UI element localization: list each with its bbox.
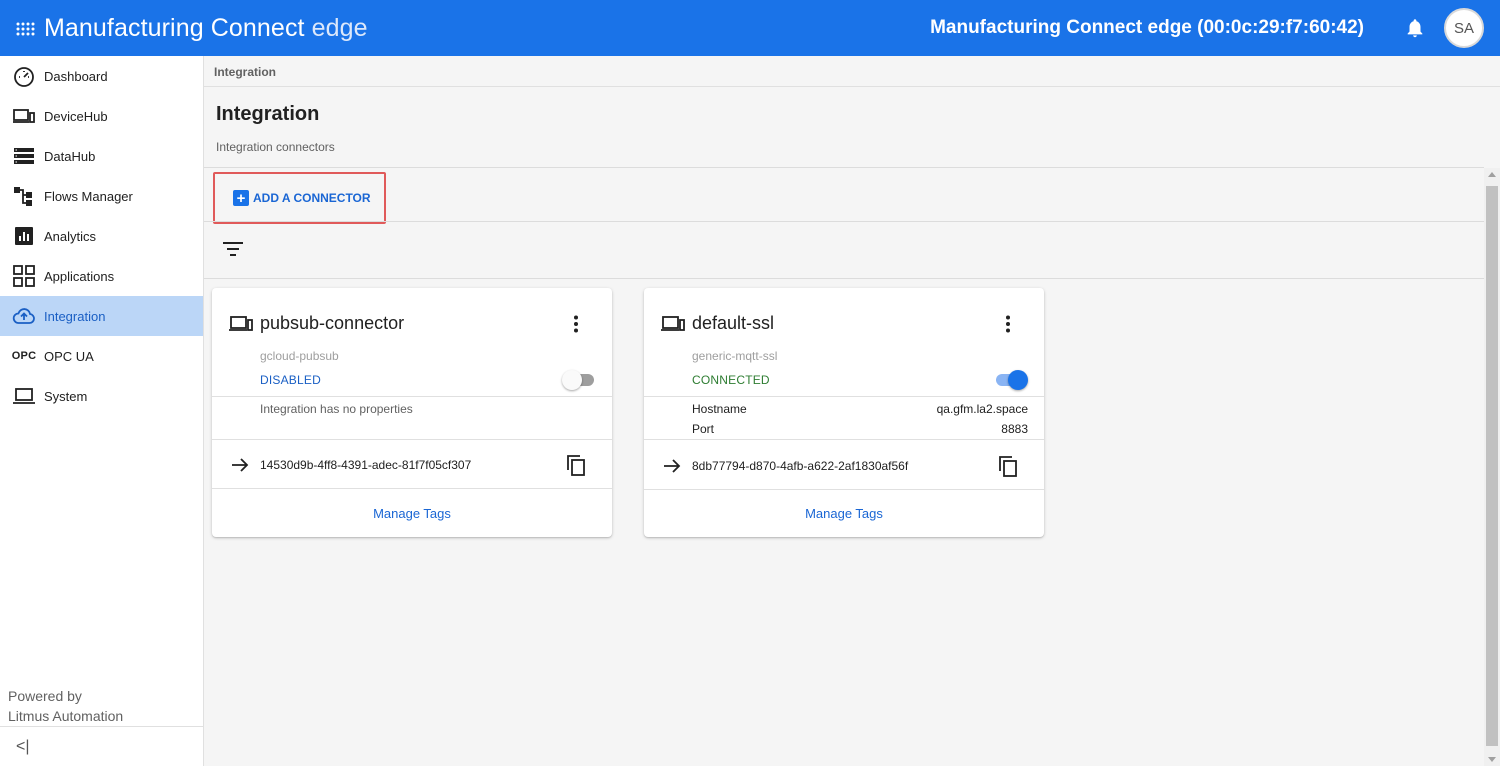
sidebar-item-flows-manager[interactable]: Flows Manager — [0, 176, 203, 216]
toggle-knob — [562, 370, 582, 390]
property-value: 8883 — [1001, 422, 1028, 436]
bell-icon[interactable] — [1404, 17, 1426, 39]
sidebar-item-label: Dashboard — [44, 68, 108, 84]
vertical-scrollbar[interactable] — [1484, 168, 1500, 766]
gauge-icon — [12, 64, 36, 88]
collapse-sidebar-button[interactable]: <| — [0, 726, 203, 766]
copy-icon[interactable] — [996, 454, 1020, 478]
connector-card: pubsub-connector gcloud-pubsub DISABLED … — [212, 288, 612, 537]
divider — [204, 167, 1484, 168]
connector-enable-toggle[interactable] — [562, 370, 596, 390]
opc-icon-text: OPC — [11, 350, 37, 362]
user-avatar[interactable]: SA — [1444, 8, 1484, 48]
plus-icon: + — [233, 190, 249, 206]
divider — [644, 439, 1044, 440]
flow-icon — [12, 184, 36, 208]
powered-by: Powered by Litmus Automation — [8, 686, 123, 726]
scroll-up-arrow[interactable] — [1488, 172, 1496, 177]
copy-icon[interactable] — [564, 453, 588, 477]
page-subtitle: Integration connectors — [216, 140, 335, 154]
connector-status: DISABLED — [260, 373, 321, 387]
devices-icon — [12, 104, 36, 128]
devices-icon — [660, 313, 686, 335]
divider — [204, 221, 1484, 222]
connector-id: 14530d9b-4ff8-4391-adec-81f7f05cf307 — [260, 458, 472, 472]
sidebar-item-devicehub[interactable]: DeviceHub — [0, 96, 203, 136]
more-vert-icon[interactable] — [996, 312, 1020, 336]
grid-icon — [12, 264, 36, 288]
property-row-hostname: Hostname qa.gfm.la2.space — [692, 402, 1028, 416]
sidebar-item-label: Applications — [44, 268, 115, 284]
cloud-upload-icon — [12, 304, 36, 328]
top-app-bar: Manufacturing Connect edge Manufacturing… — [0, 0, 1500, 56]
sidebar: Dashboard DeviceHub DataHub Flows Manage… — [0, 56, 204, 766]
opc-icon: OPC — [12, 344, 36, 368]
device-title: Manufacturing Connect edge (00:0c:29:f7:… — [930, 17, 1364, 38]
storage-icon — [12, 144, 36, 168]
analytics-icon — [12, 224, 36, 248]
filter-icon[interactable] — [222, 240, 244, 258]
connector-name: default-ssl — [692, 313, 775, 333]
connector-type: gcloud-pubsub — [260, 349, 339, 363]
sidebar-item-label: Analytics — [44, 228, 97, 244]
sidebar-item-label: DataHub — [44, 148, 96, 164]
app-name-suffix: edge — [304, 13, 368, 42]
more-vert-icon[interactable] — [564, 312, 588, 336]
connector-card: default-ssl generic-mqtt-ssl CONNECTED H… — [644, 288, 1044, 537]
laptop-icon — [12, 384, 36, 408]
connector-type: generic-mqtt-ssl — [692, 349, 778, 363]
page-title: Integration — [216, 103, 320, 125]
collapse-icon: <| — [16, 737, 30, 755]
sidebar-item-analytics[interactable]: Analytics — [0, 216, 203, 256]
divider — [212, 439, 612, 440]
property-key: Port — [692, 422, 715, 436]
sidebar-item-label: Flows Manager — [44, 188, 133, 204]
sidebar-item-label: System — [44, 388, 88, 404]
sidebar-item-dashboard[interactable]: Dashboard — [0, 56, 203, 96]
app-name: Manufacturing Connect — [44, 13, 305, 42]
scroll-thumb[interactable] — [1486, 186, 1498, 746]
sidebar-item-applications[interactable]: Applications — [0, 256, 203, 296]
divider — [204, 86, 1500, 87]
divider — [204, 278, 1484, 279]
scroll-down-arrow[interactable] — [1488, 757, 1496, 762]
connector-enable-toggle[interactable] — [994, 370, 1028, 390]
arrow-right-icon — [230, 455, 250, 475]
divider — [644, 396, 1044, 397]
sidebar-item-integration[interactable]: Integration — [0, 296, 203, 336]
divider — [212, 396, 612, 397]
app-brand[interactable]: Manufacturing Connect edge — [44, 14, 368, 43]
property-value: qa.gfm.la2.space — [936, 402, 1028, 416]
divider — [644, 489, 1044, 490]
connector-id: 8db77794-d870-4afb-a622-2af1830af56f — [692, 459, 909, 473]
property-row-port: Port 8883 — [692, 422, 1028, 436]
sidebar-item-system[interactable]: System — [0, 376, 203, 416]
manage-tags-button[interactable]: Manage Tags — [212, 506, 612, 521]
arrow-right-icon — [662, 456, 682, 476]
breadcrumb[interactable]: Integration — [214, 65, 276, 79]
devices-icon — [228, 313, 254, 335]
sidebar-item-opc-ua[interactable]: OPC OPC UA — [0, 336, 203, 376]
sidebar-item-label: Integration — [44, 308, 106, 324]
connector-name: pubsub-connector — [260, 313, 405, 333]
apps-grid-icon[interactable] — [0, 0, 44, 56]
powered-by-line2: Litmus Automation — [8, 708, 124, 724]
sidebar-item-datahub[interactable]: DataHub — [0, 136, 203, 176]
add-connector-label: ADD A CONNECTOR — [253, 191, 371, 205]
divider — [212, 488, 612, 489]
sidebar-item-label: DeviceHub — [44, 108, 108, 124]
connector-status: CONNECTED — [692, 373, 770, 387]
property-key: Hostname — [692, 402, 747, 416]
add-connector-button[interactable]: + ADD A CONNECTOR — [213, 172, 386, 224]
powered-by-line1: Powered by — [8, 688, 82, 704]
sidebar-item-label: OPC UA — [44, 348, 94, 364]
toggle-knob — [1008, 370, 1028, 390]
main-content: Integration Integration Integration conn… — [204, 56, 1500, 766]
no-properties-text: Integration has no properties — [260, 402, 413, 416]
manage-tags-button[interactable]: Manage Tags — [644, 506, 1044, 521]
